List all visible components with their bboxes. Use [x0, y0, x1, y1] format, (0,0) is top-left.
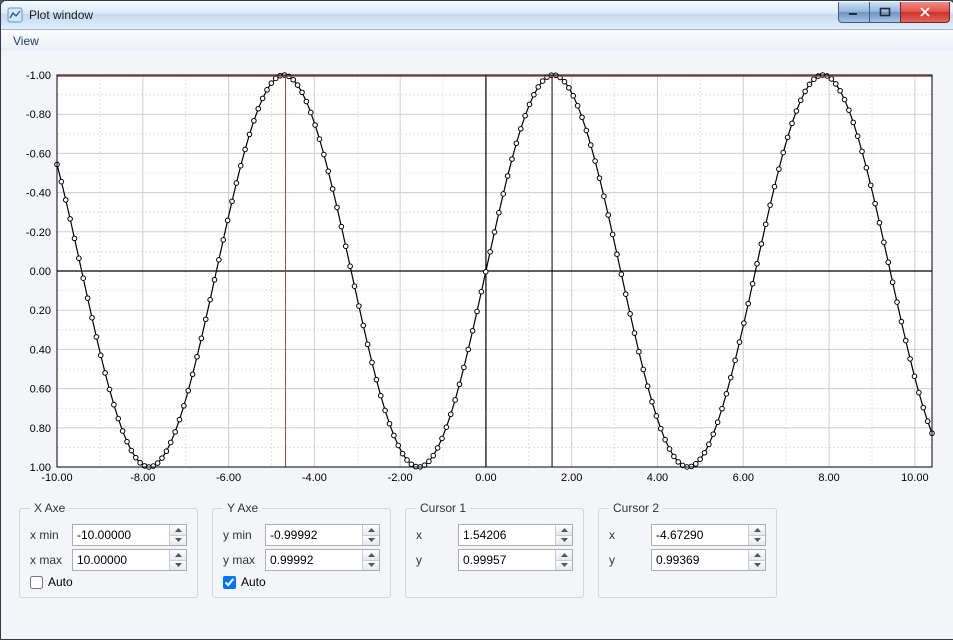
- menu-view[interactable]: View: [5, 32, 47, 50]
- svg-text:8.00: 8.00: [818, 472, 839, 484]
- cursor1-x-spin[interactable]: [458, 524, 573, 546]
- xmax-spin[interactable]: [72, 549, 187, 571]
- svg-text:-6.00: -6.00: [216, 472, 241, 484]
- spin-up-icon[interactable]: [749, 525, 765, 536]
- app-icon: [7, 7, 23, 23]
- y-auto-label[interactable]: Auto: [241, 575, 266, 589]
- x-auto-checkbox[interactable]: [30, 576, 43, 589]
- spin-down-icon[interactable]: [556, 561, 572, 571]
- group-cursor2: Cursor 2 x y: [598, 501, 777, 598]
- spin-up-icon[interactable]: [170, 550, 186, 561]
- plot-window: Plot window View -10.00-8.00-6.00-4.00-2…: [0, 0, 953, 640]
- cursor2-y-spin[interactable]: [651, 549, 766, 571]
- y-auto-checkbox[interactable]: [223, 576, 236, 589]
- spin-down-icon[interactable]: [556, 536, 572, 546]
- minimize-button[interactable]: [838, 2, 870, 23]
- group-x-axis-legend: X Axe: [30, 501, 69, 515]
- svg-text:-1.00: -1.00: [26, 70, 51, 82]
- svg-text:-2.00: -2.00: [388, 472, 413, 484]
- group-x-axis: X Axe x min x max Auto: [19, 501, 198, 598]
- x-auto-label[interactable]: Auto: [48, 575, 73, 589]
- svg-text:-8.00: -8.00: [130, 472, 155, 484]
- ymax-label: y max: [223, 553, 265, 567]
- svg-text:10.00: 10.00: [901, 472, 929, 484]
- svg-text:-0.80: -0.80: [26, 109, 51, 121]
- spin-down-icon[interactable]: [363, 561, 379, 571]
- svg-text:2.00: 2.00: [561, 472, 582, 484]
- plot-canvas[interactable]: -10.00-8.00-6.00-4.00-2.000.002.004.006.…: [19, 69, 936, 487]
- spin-up-icon[interactable]: [556, 550, 572, 561]
- xmin-label: x min: [30, 528, 72, 542]
- spin-up-icon[interactable]: [170, 525, 186, 536]
- ymin-spin[interactable]: [265, 524, 380, 546]
- ymin-label: y min: [223, 528, 265, 542]
- menubar: View: [1, 30, 953, 53]
- cursor1-x-input[interactable]: [459, 526, 555, 544]
- svg-text:0.60: 0.60: [30, 384, 51, 396]
- spin-down-icon[interactable]: [749, 536, 765, 546]
- spin-up-icon[interactable]: [556, 525, 572, 536]
- client-area: -10.00-8.00-6.00-4.00-2.000.002.004.006.…: [1, 51, 953, 639]
- svg-text:1.00: 1.00: [30, 462, 51, 474]
- xmin-input[interactable]: [73, 526, 169, 544]
- spin-down-icon[interactable]: [170, 561, 186, 571]
- spin-down-icon[interactable]: [363, 536, 379, 546]
- svg-text:-0.60: -0.60: [26, 148, 51, 160]
- svg-text:-0.20: -0.20: [26, 227, 51, 239]
- svg-text:6.00: 6.00: [733, 472, 754, 484]
- group-cursor1-legend: Cursor 1: [416, 501, 470, 515]
- spin-down-icon[interactable]: [170, 536, 186, 546]
- group-y-axis: Y Axe y min y max Auto: [212, 501, 391, 598]
- cursor2-y-input[interactable]: [652, 551, 748, 569]
- svg-text:0.80: 0.80: [30, 423, 51, 435]
- maximize-button[interactable]: [869, 2, 901, 23]
- svg-text:0.00: 0.00: [30, 266, 51, 278]
- svg-text:0.00: 0.00: [475, 472, 496, 484]
- window-title: Plot window: [29, 8, 93, 22]
- plot-area[interactable]: -10.00-8.00-6.00-4.00-2.000.002.004.006.…: [19, 69, 936, 487]
- cursor2-x-spin[interactable]: [651, 524, 766, 546]
- ymax-input[interactable]: [266, 551, 362, 569]
- titlebar[interactable]: Plot window: [1, 1, 953, 30]
- xmax-input[interactable]: [73, 551, 169, 569]
- group-cursor1: Cursor 1 x y: [405, 501, 584, 598]
- group-y-axis-legend: Y Axe: [223, 501, 262, 515]
- spin-up-icon[interactable]: [363, 525, 379, 536]
- close-button[interactable]: [900, 2, 950, 23]
- cursor2-y-label: y: [609, 553, 651, 567]
- svg-text:0.40: 0.40: [30, 344, 51, 356]
- svg-text:4.00: 4.00: [647, 472, 668, 484]
- cursor2-x-label: x: [609, 528, 651, 542]
- xmax-label: x max: [30, 553, 72, 567]
- cursor1-y-spin[interactable]: [458, 549, 573, 571]
- cursor1-y-input[interactable]: [459, 551, 555, 569]
- cursor2-x-input[interactable]: [652, 526, 748, 544]
- cursor1-x-label: x: [416, 528, 458, 542]
- svg-text:0.20: 0.20: [30, 305, 51, 317]
- spin-down-icon[interactable]: [749, 561, 765, 571]
- window-buttons: [839, 2, 950, 22]
- ymin-input[interactable]: [266, 526, 362, 544]
- controls-panel: X Axe x min x max Auto: [19, 501, 936, 598]
- ymax-spin[interactable]: [265, 549, 380, 571]
- svg-text:-4.00: -4.00: [302, 472, 327, 484]
- group-cursor2-legend: Cursor 2: [609, 501, 663, 515]
- cursor1-y-label: y: [416, 553, 458, 567]
- spin-up-icon[interactable]: [749, 550, 765, 561]
- xmin-spin[interactable]: [72, 524, 187, 546]
- svg-text:-0.40: -0.40: [26, 188, 51, 200]
- spin-up-icon[interactable]: [363, 550, 379, 561]
